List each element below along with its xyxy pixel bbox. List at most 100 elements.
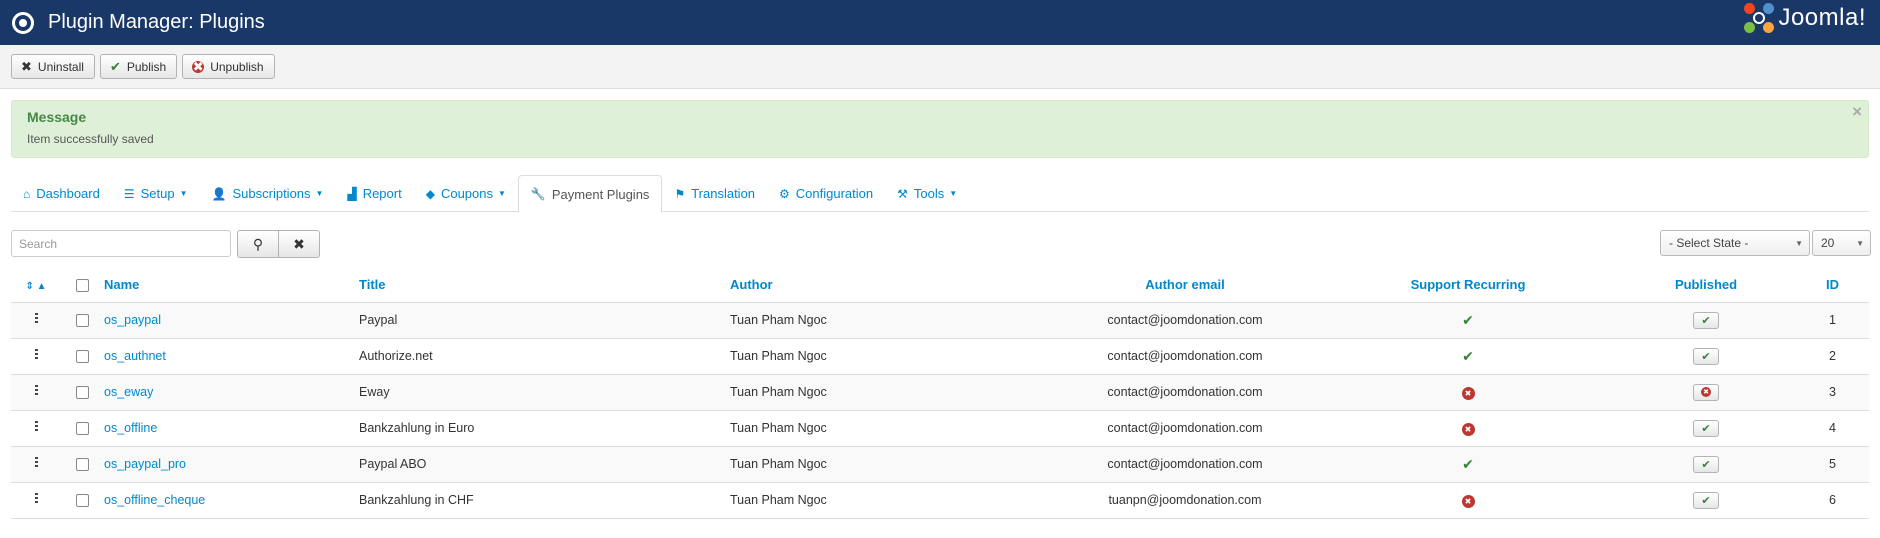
plugin-title: Authorize.net: [359, 338, 730, 375]
plugin-name-link[interactable]: os_paypal: [104, 313, 161, 327]
plugin-title: Paypal: [359, 302, 730, 339]
list-limit-select[interactable]: 20 ▼: [1812, 230, 1871, 256]
ordering-header[interactable]: ⇕ ▲: [11, 267, 61, 303]
cross-circle-icon: ✖: [1701, 387, 1711, 398]
check-icon: ✔: [1462, 455, 1474, 472]
clear-search-button[interactable]: ✖: [278, 230, 320, 258]
tab-configuration[interactable]: ⚙ Configuration: [767, 175, 885, 212]
drag-handle-icon[interactable]: [34, 385, 38, 396]
row-checkbox[interactable]: [76, 458, 89, 472]
row-checkbox[interactable]: [76, 494, 89, 508]
plugin-title: Bankzahlung in CHF: [359, 482, 730, 519]
check-all-checkbox[interactable]: [76, 278, 89, 292]
user-icon: 👤: [211, 186, 227, 201]
tab-translation[interactable]: ⚑ Translation: [662, 175, 767, 212]
plugin-name-link[interactable]: os_offline_cheque: [104, 493, 205, 507]
author-header[interactable]: Author: [730, 267, 1030, 303]
caret-down-icon: ▼: [315, 189, 324, 198]
row-checkbox[interactable]: [76, 314, 89, 328]
publish-toggle-button[interactable]: ✔: [1693, 491, 1719, 509]
wrench-icon: 🔧: [530, 187, 546, 201]
page-title: Plugin Manager: Plugins: [48, 11, 265, 33]
tools-icon: ⚒: [897, 186, 908, 201]
tab-setup[interactable]: ☰ Setup ▼: [112, 175, 200, 212]
filter-bar: Search ⚲ ✖ - Select State - ▼ 20 ▼: [11, 230, 1871, 258]
close-icon: ✖: [21, 58, 32, 74]
plugin-title: Eway: [359, 374, 730, 411]
unpublish-button[interactable]: ✖ Unpublish: [182, 54, 275, 79]
state-select[interactable]: - Select State - ▼: [1660, 230, 1810, 256]
plugin-name-link[interactable]: os_offline: [104, 421, 157, 435]
row-checkbox[interactable]: [76, 386, 89, 400]
plugin-author-email: contact@joomdonation.com: [1030, 374, 1340, 411]
tab-subscriptions[interactable]: 👤 Subscriptions ▼: [200, 175, 336, 212]
search-input[interactable]: Search: [11, 230, 231, 257]
caret-down-icon: ▼: [498, 189, 506, 198]
id-header[interactable]: ID: [1816, 267, 1869, 303]
table-row: os_authnet Authorize.net Tuan Pham Ngoc con…: [11, 338, 1869, 375]
author-email-header[interactable]: Author email: [1030, 267, 1340, 303]
tab-tools[interactable]: ⚒ Tools ▼: [885, 175, 969, 212]
plugin-id: 3: [1816, 374, 1869, 411]
table-row: os_paypal_pro Paypal ABO Tuan Pham Ngoc con…: [11, 446, 1869, 483]
row-checkbox[interactable]: [76, 350, 89, 364]
check-icon: ✔: [1701, 422, 1711, 435]
main-tabs: ⌂ Dashboard ☰ Setup ▼ 👤 Subscriptions ▼ ▟ Repo…: [11, 175, 1869, 213]
sort-icon: ⇕ ▲: [25, 280, 47, 292]
plugin-author-email: contact@joomdonation.com: [1030, 410, 1340, 447]
plugin-name-link[interactable]: os_eway: [104, 385, 153, 399]
title-header[interactable]: Title: [359, 267, 730, 303]
table-row: os_paypal Paypal Tuan Pham Ngoc contact@joo…: [11, 302, 1869, 339]
publish-toggle-button[interactable]: ✔: [1693, 455, 1719, 473]
check-icon: ✔: [1701, 494, 1711, 507]
publish-toggle-button[interactable]: ✔: [1693, 347, 1719, 365]
plugin-name-link[interactable]: os_authnet: [104, 349, 166, 363]
drag-handle-icon[interactable]: [34, 493, 38, 504]
toolbar: ✖ Uninstall ✔ Publish ✖ Unpublish: [0, 45, 1880, 89]
joomla-logo-icon: [1744, 3, 1775, 33]
drag-handle-icon[interactable]: [34, 313, 38, 324]
publish-toggle-button[interactable]: ✖: [1693, 383, 1719, 401]
page-header: Plugin Manager: Plugins Joomla!: [0, 0, 1880, 45]
plugin-author-email: contact@joomdonation.com: [1030, 446, 1340, 483]
check-all-header: [61, 267, 104, 303]
cross-circle-icon: ✖: [1461, 494, 1475, 508]
unpublish-icon: ✖: [192, 58, 205, 74]
plugin-author: Tuan Pham Ngoc: [730, 446, 1030, 483]
published-header[interactable]: Published: [1596, 267, 1816, 303]
drag-handle-icon[interactable]: [34, 421, 38, 432]
search-button[interactable]: ⚲: [237, 230, 279, 258]
support-recurring-header[interactable]: Support Recurring: [1340, 267, 1596, 303]
check-icon: ✔: [1701, 458, 1711, 471]
table-row: os_eway Eway Tuan Pham Ngoc contact@joomdon…: [11, 374, 1869, 411]
caret-down-icon: ▼: [949, 189, 958, 198]
plugin-name-link[interactable]: os_paypal_pro: [104, 457, 186, 471]
tab-payment-plugins[interactable]: 🔧 Payment Plugins: [517, 175, 663, 213]
caret-down-icon: ▼: [1795, 238, 1803, 248]
drag-handle-icon[interactable]: [34, 349, 38, 360]
check-icon: ✔: [1462, 311, 1474, 328]
tab-report[interactable]: ▟ Report: [335, 175, 413, 212]
plugin-id: 1: [1816, 302, 1869, 339]
plugin-author-email: contact@joomdonation.com: [1030, 338, 1340, 375]
publish-toggle-button[interactable]: ✔: [1693, 419, 1719, 437]
uninstall-button[interactable]: ✖ Uninstall: [11, 54, 95, 79]
flag-icon: ⚑: [674, 186, 686, 201]
check-icon: ✔: [1701, 314, 1711, 327]
caret-down-icon: ▼: [179, 189, 188, 198]
close-alert-button[interactable]: ×: [1852, 102, 1862, 122]
plugin-author: Tuan Pham Ngoc: [730, 338, 1030, 375]
check-icon: ✔: [1701, 350, 1711, 363]
tab-dashboard[interactable]: ⌂ Dashboard: [11, 175, 112, 212]
drag-handle-icon[interactable]: [34, 457, 38, 468]
plugin-title: Paypal ABO: [359, 446, 730, 483]
plugin-author: Tuan Pham Ngoc: [730, 302, 1030, 339]
publish-toggle-button[interactable]: ✔: [1693, 311, 1719, 329]
publish-button[interactable]: ✔ Publish: [99, 54, 178, 79]
plugin-author: Tuan Pham Ngoc: [730, 374, 1030, 411]
cross-circle-icon: ✖: [1461, 386, 1475, 400]
plugin-id: 2: [1816, 338, 1869, 375]
tab-coupons[interactable]: ◆ Coupons ▼: [414, 175, 518, 212]
row-checkbox[interactable]: [76, 422, 89, 436]
name-header[interactable]: Name: [104, 267, 359, 303]
